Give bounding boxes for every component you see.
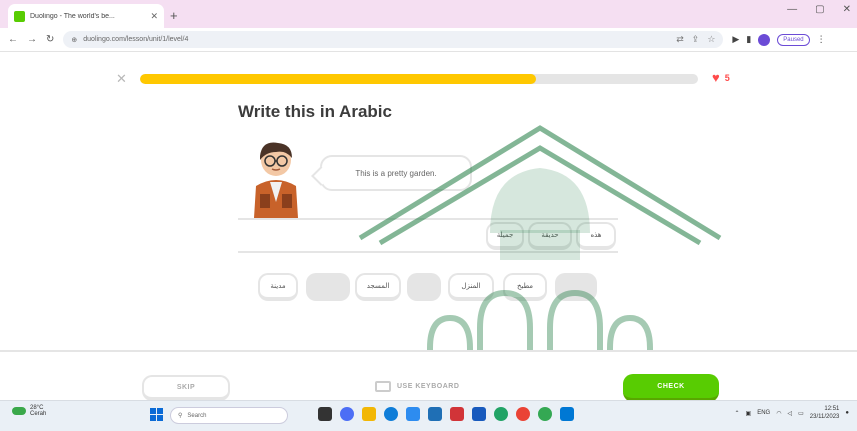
new-tab-icon[interactable]: + (170, 8, 178, 23)
speech-bubble[interactable]: This is a pretty garden. (320, 155, 472, 191)
app-icon[interactable] (406, 407, 420, 421)
hearts-count: 5 (724, 72, 730, 83)
weather-widget[interactable]: 28°C Cerah (12, 405, 46, 417)
window-controls: — ▢ ✕ (787, 4, 851, 15)
battery-icon[interactable]: ▭ (798, 410, 804, 417)
word-bank-slot-used (555, 273, 597, 301)
exercise-title: Write this in Arabic (238, 102, 392, 121)
word-icon[interactable] (472, 407, 486, 421)
file-explorer-icon[interactable] (362, 407, 376, 421)
close-tab-icon[interactable]: ✕ (150, 11, 158, 22)
menu-kebab-icon[interactable]: ⋮ (817, 34, 826, 45)
tab-title: Duolingo - The world's be... (30, 12, 115, 20)
lesson-progress-bar (140, 74, 698, 84)
close-window-icon[interactable]: ✕ (843, 4, 851, 15)
address-bar[interactable]: ⊕ duolingo.com/lesson/unit/1/level/4 ⇄ ⇪… (63, 31, 724, 48)
app-red-icon[interactable] (450, 407, 464, 421)
skip-button[interactable]: SKIP (142, 375, 230, 401)
clock-time: 12:51 (824, 406, 840, 412)
answer-word-chip[interactable]: حديقة (528, 222, 572, 250)
word-bank-chip[interactable]: مدينة (258, 273, 298, 301)
tray-app-icon[interactable]: ▣ (746, 410, 752, 417)
store-icon[interactable] (428, 407, 442, 421)
sidepanel-icon[interactable]: ▮ (746, 34, 751, 45)
url-text: duolingo.com/lesson/unit/1/level/4 (83, 36, 189, 43)
system-tray: ⌃ ▣ ENG ◠ ◁ ▭ 12:51 23/11/2023 ● (735, 405, 849, 421)
chat-icon[interactable] (340, 407, 354, 421)
answer-line-top (238, 218, 618, 220)
use-keyboard-label: USE KEYBOARD (397, 383, 460, 390)
share-icon[interactable]: ⇪ (692, 34, 700, 45)
word-bank-chip[interactable]: مطبخ (503, 273, 547, 301)
clock[interactable]: 12:51 23/11/2023 (810, 405, 840, 421)
search-icon: ⚲ (178, 413, 183, 419)
browser-toolbar: ← → ↻ ⊕ duolingo.com/lesson/unit/1/level… (0, 28, 857, 52)
browser-tab-duolingo[interactable]: Duolingo - The world's be... ✕ (8, 4, 164, 28)
volume-icon[interactable]: ◁ (787, 410, 792, 417)
prompt-sentence: This is a pretty garden. (355, 168, 437, 178)
taskbar-pinned-apps (318, 407, 574, 421)
windows-start-icon[interactable] (150, 408, 163, 421)
lesson-progress-fill (140, 74, 537, 84)
minimize-icon[interactable]: — (787, 4, 797, 15)
word-bank-slot-used (407, 273, 441, 301)
bookmark-star-icon[interactable]: ☆ (707, 34, 715, 45)
check-button[interactable]: CHECK (623, 374, 719, 402)
hearts-counter[interactable]: ♥ 5 (712, 70, 730, 85)
character-illustration (254, 142, 298, 218)
answer-line-bottom (238, 251, 618, 253)
word-bank-slot-used (306, 273, 350, 301)
extension-icon[interactable]: ▶ (732, 34, 739, 45)
answer-word-chip[interactable]: جميلة (486, 222, 524, 250)
profile-status-button[interactable]: Paused (777, 33, 810, 46)
heart-icon: ♥ (712, 70, 720, 85)
word-bank-chip[interactable]: المسجد (355, 273, 401, 301)
outlook-icon[interactable] (560, 407, 574, 421)
close-lesson-icon[interactable]: ✕ (116, 71, 127, 87)
keyboard-icon (375, 381, 391, 392)
browser-titlebar: Duolingo - The world's be... ✕ + — ▢ ✕ (0, 0, 857, 28)
clock-date: 23/11/2023 (809, 414, 840, 420)
maximize-icon[interactable]: ▢ (815, 4, 824, 15)
reload-icon[interactable]: ↻ (46, 34, 54, 45)
chrome-profile-icon[interactable] (538, 407, 552, 421)
tray-lang[interactable]: ENG (757, 410, 770, 416)
edge-icon[interactable] (384, 407, 398, 421)
duolingo-favicon-icon (14, 10, 25, 22)
taskbar-search-placeholder: Search (187, 412, 207, 419)
translate-icon[interactable]: ⇄ (676, 34, 684, 45)
use-keyboard-toggle[interactable]: USE KEYBOARD (375, 381, 459, 392)
lesson-footer (0, 350, 857, 400)
weather-icon (12, 407, 26, 415)
forward-icon[interactable]: → (27, 34, 37, 45)
wifi-icon[interactable]: ◠ (776, 410, 781, 417)
site-info-icon[interactable]: ⊕ (71, 36, 77, 44)
tray-chevron-icon[interactable]: ⌃ (735, 410, 740, 417)
profile-avatar[interactable] (758, 33, 771, 46)
word-bank-chip[interactable]: المنزل (448, 273, 494, 301)
task-view-icon[interactable] (318, 407, 332, 421)
chrome-icon[interactable] (516, 407, 530, 421)
taskbar-search[interactable]: ⚲ Search (170, 407, 288, 424)
back-icon[interactable]: ← (8, 34, 18, 45)
spotify-icon[interactable] (494, 407, 508, 421)
weather-desc: Cerah (30, 411, 47, 417)
extensions-area: ▶ ▮ Paused ⋮ (732, 33, 826, 46)
notification-icon[interactable]: ● (845, 410, 849, 416)
answer-word-chip[interactable]: هذه (576, 222, 616, 250)
